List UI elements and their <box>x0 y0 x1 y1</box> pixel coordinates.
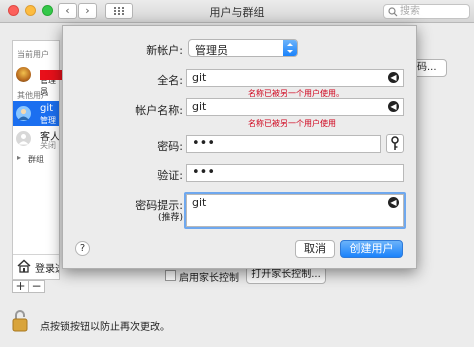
change-password-button[interactable]: 码... <box>413 59 447 77</box>
title-bar: ‹ › 用户与群组 搜索 <box>0 0 474 23</box>
clear-field-icon[interactable]: ◀ <box>388 101 399 112</box>
user-silhouette-icon <box>18 108 29 120</box>
password-label: 密码: <box>157 140 183 153</box>
lock-message: 点按锁按钮以防止再次更改。 <box>40 322 170 333</box>
hint-value: git <box>192 196 207 209</box>
remove-user-button[interactable]: − <box>28 280 45 293</box>
login-options-item[interactable]: 登录选项 <box>13 256 59 278</box>
avatar <box>16 67 31 82</box>
groups-label: 群组 <box>28 155 44 164</box>
other-users-header: 其他用户 <box>17 91 49 100</box>
disclosure-triangle-icon: ▸ <box>17 153 22 162</box>
cancel-button[interactable]: 取消 <box>295 240 335 258</box>
password-assistant-button[interactable] <box>386 134 404 153</box>
clear-field-icon[interactable]: ◀ <box>388 197 399 208</box>
guest-avatar-icon <box>16 131 31 146</box>
parental-controls-checkbox[interactable] <box>165 270 176 281</box>
sidebar-item-groups[interactable]: ▸ 群组 <box>13 152 59 166</box>
help-button[interactable]: ? <box>75 241 90 256</box>
sidebar-item-git[interactable]: git 管理员 <box>13 101 59 136</box>
sidebar-item-guest[interactable]: 客人 关闭 <box>13 127 59 151</box>
verify-label: 验证: <box>157 169 183 182</box>
fullname-value: git <box>192 71 207 84</box>
search-input[interactable]: 搜索 <box>383 4 470 19</box>
login-options-label: 登录选项 <box>35 264 59 275</box>
current-users-header: 当前用户 <box>17 50 49 59</box>
divider <box>13 254 59 255</box>
fullname-label: 全名: <box>157 74 183 87</box>
account-name-field[interactable]: git ◀ <box>186 98 404 116</box>
add-user-button[interactable]: + <box>12 280 29 293</box>
account-name-label: 帐户名称: <box>135 104 183 117</box>
user-git-name: git <box>40 103 54 114</box>
lock-icon[interactable] <box>12 309 28 333</box>
guest-status: 关闭 <box>40 141 56 150</box>
account-name-value: git <box>192 100 207 113</box>
search-placeholder: 搜索 <box>400 6 420 17</box>
account-name-error: 名称已被另一个用户使用 <box>248 119 336 128</box>
account-type-popup[interactable]: 管理员 <box>188 39 298 57</box>
clear-field-icon[interactable]: ◀ <box>388 72 399 83</box>
key-icon <box>391 136 399 150</box>
account-type-label: 新帐户: <box>146 44 183 57</box>
password-field[interactable]: ••• <box>186 135 381 153</box>
parental-controls-label: 启用家长控制 <box>179 273 239 284</box>
avatar <box>16 106 31 121</box>
new-user-sheet: 新帐户: 管理员 全名: git ◀ 名称已被另一个用户使用。 帐户名称: gi… <box>62 25 417 269</box>
password-hint-field[interactable]: git ◀ <box>186 194 404 227</box>
house-icon <box>17 259 31 273</box>
hint-sublabel: (推荐) <box>157 213 183 223</box>
fullname-field[interactable]: git ◀ <box>186 69 404 87</box>
search-icon <box>388 7 398 17</box>
popup-arrows-icon <box>283 40 297 56</box>
create-user-button[interactable]: 创建用户 <box>340 240 403 258</box>
account-type-value: 管理员 <box>195 44 228 57</box>
verify-field[interactable]: ••• <box>186 164 404 182</box>
